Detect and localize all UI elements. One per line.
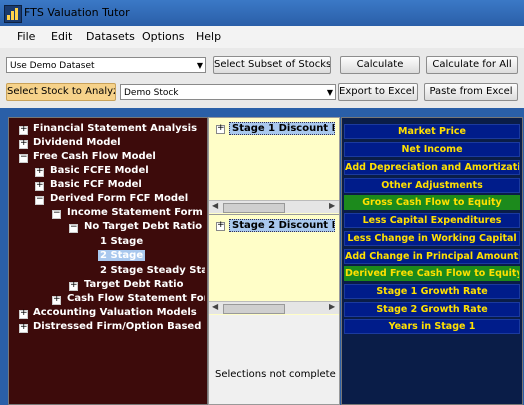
- horizontal-scrollbar[interactable]: ◀ ▶: [209, 301, 339, 314]
- chevron-down-icon: ▼: [196, 61, 203, 70]
- expand-icon[interactable]: +: [19, 308, 28, 319]
- stock-combo-value: Demo Stock: [124, 88, 179, 98]
- menu-options[interactable]: Options: [142, 30, 184, 43]
- scroll-left-icon[interactable]: ◀: [212, 201, 218, 210]
- tree-item-basic-fcfe-model[interactable]: Basic FCFE Model: [50, 165, 149, 176]
- expand-icon[interactable]: +: [19, 322, 28, 333]
- dataset-combo[interactable]: Use Demo Dataset ▼: [6, 57, 206, 73]
- tree-item-free-cash-flow-model[interactable]: Free Cash Flow Model: [33, 151, 156, 162]
- field-stage2-growth-rate[interactable]: Stage 2 Growth Rate: [344, 302, 520, 317]
- horizontal-scrollbar[interactable]: ◀ ▶: [209, 200, 339, 213]
- collapse-icon[interactable]: −: [19, 152, 28, 163]
- window-title: FTS Valuation Tutor: [24, 6, 130, 19]
- select-subset-button[interactable]: Select Subset of Stocks: [213, 56, 331, 74]
- tree-item-distressed-firm-option-based-models[interactable]: Distressed Firm/Option Based Models: [33, 321, 205, 332]
- input-fields-panel: Market Price Net Income Add Depreciation…: [341, 117, 523, 405]
- scroll-right-icon[interactable]: ▶: [329, 302, 335, 311]
- field-derived-free-cash-flow-to-equity[interactable]: Derived Free Cash Flow to Equity: [344, 266, 520, 281]
- scroll-right-icon[interactable]: ▶: [329, 201, 335, 210]
- tree-item-target-debt-ratio[interactable]: Target Debt Ratio: [84, 279, 183, 290]
- tree-item-basic-fcf-model[interactable]: Basic FCF Model: [50, 179, 142, 190]
- calculate-all-button[interactable]: Calculate for All: [426, 56, 518, 74]
- select-stock-button[interactable]: Select Stock to Analyze: [6, 83, 116, 101]
- scrollbar-thumb[interactable]: [223, 304, 285, 314]
- tree-item-financial-statement-analysis[interactable]: Financial Statement Analysis: [33, 123, 197, 134]
- field-stage1-growth-rate[interactable]: Stage 1 Growth Rate: [344, 284, 520, 299]
- tree-item-2-stage[interactable]: 2 Stage: [98, 250, 146, 261]
- tree-item-income-statement-form[interactable]: Income Statement Form: [67, 207, 203, 218]
- dataset-combo-value: Use Demo Dataset: [10, 61, 95, 71]
- tree-item-no-target-debt-ratio[interactable]: No Target Debt Ratio: [84, 221, 202, 232]
- stage1-discount-rate-item[interactable]: Stage 1 Discount Rate: [229, 122, 335, 135]
- discount-rate-panel: + Stage 1 Discount Rate ◀ ▶ + Stage 2 Di…: [208, 117, 340, 405]
- collapse-icon[interactable]: −: [52, 208, 61, 219]
- tree-item-1-stage[interactable]: 1 Stage: [100, 236, 143, 247]
- menu-datasets[interactable]: Datasets: [86, 30, 135, 43]
- field-gross-cash-flow-to-equity[interactable]: Gross Cash Flow to Equity: [344, 195, 520, 210]
- collapse-icon[interactable]: −: [69, 222, 78, 233]
- toolbar: Use Demo Dataset ▼ Select Subset of Stoc…: [0, 48, 524, 108]
- expand-icon[interactable]: +: [35, 180, 44, 191]
- stage2-discount-list[interactable]: + Stage 2 Discount Rate ◀ ▶: [209, 214, 339, 315]
- app-icon: [4, 5, 22, 23]
- field-other-adjustments[interactable]: Other Adjustments: [344, 178, 520, 193]
- tree-item-cash-flow-statement-form[interactable]: Cash Flow Statement Form: [67, 293, 205, 304]
- stock-combo[interactable]: Demo Stock ▼: [120, 84, 336, 100]
- menu-file[interactable]: File: [17, 30, 35, 43]
- calculate-button[interactable]: Calculate: [340, 56, 420, 74]
- field-market-price[interactable]: Market Price: [344, 124, 520, 139]
- scrollbar-thumb[interactable]: [223, 203, 285, 213]
- expand-icon[interactable]: +: [216, 123, 225, 134]
- export-excel-button[interactable]: Export to Excel: [338, 83, 418, 101]
- field-add-change-principal-amounts[interactable]: Add Change in Principal Amounts: [344, 249, 520, 264]
- field-less-capital-expenditures[interactable]: Less Capital Expenditures: [344, 213, 520, 228]
- tree-item-derived-form-fcf-model[interactable]: Derived Form FCF Model: [50, 193, 188, 204]
- tree-item-2-stage-steady-state[interactable]: 2 Stage Steady State: [100, 265, 205, 276]
- expand-icon[interactable]: +: [35, 166, 44, 177]
- expand-icon[interactable]: +: [19, 124, 28, 135]
- paste-excel-button[interactable]: Paste from Excel: [424, 83, 518, 101]
- stage2-discount-rate-item[interactable]: Stage 2 Discount Rate: [229, 219, 335, 232]
- selection-status: Selections not complete: [215, 369, 336, 380]
- field-net-income[interactable]: Net Income: [344, 142, 520, 157]
- scroll-left-icon[interactable]: ◀: [212, 302, 218, 311]
- title-bar: FTS Valuation Tutor: [0, 0, 524, 26]
- collapse-icon[interactable]: −: [35, 194, 44, 205]
- model-tree[interactable]: + Financial Statement Analysis + Dividen…: [8, 117, 208, 405]
- expand-icon[interactable]: +: [69, 280, 78, 291]
- chevron-down-icon: ▼: [326, 88, 333, 97]
- field-add-depreciation-amortization[interactable]: Add Depreciation and Amortization: [344, 160, 520, 175]
- field-years-in-stage1[interactable]: Years in Stage 1: [344, 319, 520, 334]
- menu-edit[interactable]: Edit: [51, 30, 72, 43]
- tree-item-accounting-valuation-models[interactable]: Accounting Valuation Models: [33, 307, 197, 318]
- expand-icon[interactable]: +: [19, 138, 28, 149]
- expand-icon[interactable]: +: [216, 220, 225, 231]
- field-less-change-working-capital[interactable]: Less Change in Working Capital: [344, 231, 520, 246]
- stage1-discount-list[interactable]: + Stage 1 Discount Rate ◀ ▶: [209, 118, 339, 214]
- menu-bar: File Edit Datasets Options Help: [0, 26, 524, 49]
- tree-item-dividend-model[interactable]: Dividend Model: [33, 137, 121, 148]
- expand-icon[interactable]: +: [52, 294, 61, 305]
- menu-help[interactable]: Help: [196, 30, 221, 43]
